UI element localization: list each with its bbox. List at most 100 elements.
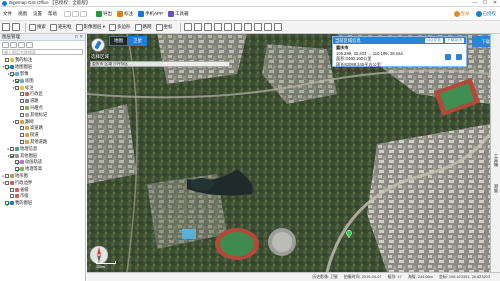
layer-visibility-checkbox[interactable] [5,201,9,206]
layer-visibility-checkbox[interactable] [15,85,19,90]
text-icon[interactable] [233,23,242,31]
layer-tree-item[interactable]: ▸ 地形图 [0,173,85,180]
menu-settings[interactable]: 设置 [30,11,45,17]
toolbox-button[interactable]: 工具箱 [168,11,189,17]
minimize-button[interactable]: — [470,0,480,7]
close-button[interactable]: ✕ [490,0,500,7]
layer-settings-icon[interactable] [26,42,33,48]
layer-tree-item[interactable]: 我的图层 [0,200,85,207]
measure-icon[interactable] [203,23,212,31]
satellite-imagery [87,34,490,272]
delete-icon[interactable] [456,54,462,60]
menu-view[interactable]: 视图 [15,11,30,17]
layer-tree-item[interactable]: 道路 [0,98,85,105]
region-input[interactable]: 重庆市 区域 沙坪坝区 ... [90,61,230,67]
layer-tree-item[interactable]: ▾ 路网 [0,118,85,125]
export-button[interactable]: 导出 [96,11,112,17]
location-marker-icon[interactable] [346,230,352,238]
layer-tree-item[interactable]: ▾ 底图 [0,77,85,84]
layer-visibility-checkbox[interactable] [20,99,24,104]
open-icon[interactable] [72,11,79,17]
layer-tree-item[interactable]: ▾ 行政边界 [0,179,85,186]
qq-button[interactable]: QQ交流 [425,38,443,43]
dock-tab-toolbox[interactable]: 工具箱 [492,154,500,167]
tab-satellite[interactable]: 卫星 [128,36,147,46]
home-icon[interactable] [2,23,10,31]
layer-visibility-checkbox[interactable] [20,126,24,131]
layer-tree-item[interactable]: 高速路 [0,125,85,132]
maximize-button[interactable]: ☐ [480,0,490,7]
layer-tree-item[interactable]: ▾ 标注 [0,84,85,91]
layer-tree-item[interactable]: ▸ 地理信息 [0,145,85,152]
label-button[interactable]: 标注 [117,11,133,17]
layer-visibility-checkbox[interactable] [10,153,14,158]
export-task-button[interactable]: 下载导出 [444,38,464,43]
grid-icon[interactable] [273,23,282,31]
layer-visibility-checkbox[interactable] [5,173,9,178]
polygon-button[interactable]: 多边形 [109,23,131,31]
layer-tree-item[interactable]: 动画轨迹 [0,159,85,166]
layer-visibility-checkbox[interactable] [20,112,24,117]
layer-tree-item[interactable]: 其他标记 [0,111,85,118]
back-icon[interactable] [12,23,20,31]
map-logo-icon [91,38,105,52]
app-title: Bigemap GIS Office 【已授权：全能版】 [9,0,91,5]
layer-tree-item[interactable]: ▾ 影像 [0,71,85,78]
delete-layer-icon[interactable] [10,42,17,48]
new-icon[interactable] [64,11,71,17]
print-icon[interactable] [263,23,272,31]
layer-tree-item[interactable]: 其他道路 [0,139,85,146]
screenshot-icon[interactable] [253,23,262,31]
download-icon[interactable] [445,54,451,60]
layer-tree-item[interactable]: 行政区 [0,91,85,98]
eraser-icon[interactable] [213,23,222,31]
menu-help[interactable]: 帮助 [45,11,60,17]
save-icon[interactable] [80,11,87,17]
pin-panel-icon[interactable]: ⊓ ✕ [74,34,83,40]
layer-visibility-checkbox[interactable] [10,146,14,151]
layer-visibility-checkbox[interactable] [20,139,24,144]
layer-visibility-checkbox[interactable] [10,71,14,76]
pin-icon[interactable] [223,23,232,31]
menu-file[interactable]: 文件 [0,11,15,17]
layer-visibility-checkbox[interactable] [20,133,24,138]
search-button[interactable]: 搜索 [29,23,46,31]
layer-visibility-checkbox[interactable] [10,194,14,199]
phone-app-button[interactable]: 手机APP [138,11,163,17]
draw-line-icon[interactable] [183,23,192,31]
dock-tab-measure[interactable]: 测量 [492,184,500,192]
rectangle-button[interactable]: 矩形框 [50,23,72,31]
layer-visibility-checkbox[interactable] [15,119,19,124]
add-layer-icon[interactable] [2,42,9,48]
layer-visibility-checkbox[interactable] [15,167,19,172]
coordinate-button[interactable]: 坐标 [155,23,173,31]
layer-visibility-checkbox[interactable] [10,187,14,192]
license-badge[interactable]: 已授权 [475,11,496,17]
layer-visibility-checkbox[interactable] [15,78,19,83]
layer-tree-item[interactable]: 市级 [0,193,85,200]
road-button[interactable]: 路网 [134,23,152,31]
layer-tree-item[interactable]: ▾ 地图图层 [0,64,85,71]
layer-visibility-checkbox[interactable] [20,92,24,97]
tab-map[interactable]: 地图 [109,36,128,46]
layer-visibility-checkbox[interactable] [5,65,9,70]
refresh-layer-icon[interactable] [18,42,25,48]
map-canvas[interactable]: 地图 卫星 选择区域 重庆市 区域 沙坪坝区 ... 西藏大学 当前区域信息 Q… [87,34,490,272]
layer-tree-item[interactable]: 兴趣点 [0,105,85,112]
draw-circle-icon[interactable] [193,23,202,31]
layer-type-icon [25,133,29,138]
route-icon[interactable] [243,23,252,31]
layer-select-button[interactable]: 影像图层 ▾ [75,23,105,31]
window-controls: — ☐ ✕ [470,0,500,7]
download-task-button[interactable]: 下载任务 [472,36,490,47]
layer-tree-item[interactable]: 地理等高 [0,166,85,173]
layer-visibility-checkbox[interactable] [15,160,19,165]
layer-tree-item[interactable]: 省级 [0,186,85,193]
layer-tree-item[interactable]: ▾ 其他图层 [0,152,85,159]
layer-visibility-checkbox[interactable] [20,105,24,110]
layer-tree-item[interactable]: 街道 [0,132,85,139]
login-button[interactable]: 登录 [453,11,470,17]
layer-visibility-checkbox[interactable] [5,58,9,63]
layer-visibility-checkbox[interactable] [5,180,9,185]
layer-tree-item[interactable]: 我的标注 [0,57,85,64]
